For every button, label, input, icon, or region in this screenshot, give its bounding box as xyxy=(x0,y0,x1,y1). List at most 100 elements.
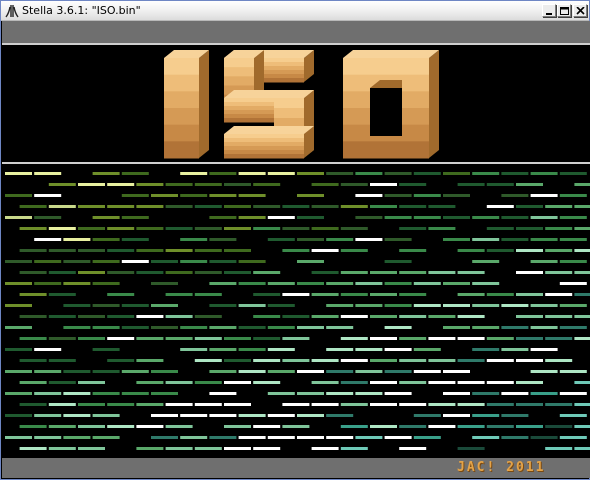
dash xyxy=(165,293,193,296)
letter-s-right-face xyxy=(274,108,304,119)
dash xyxy=(180,260,208,263)
dash xyxy=(194,205,222,208)
dash xyxy=(282,293,310,296)
dash xyxy=(443,304,470,307)
dash xyxy=(384,260,412,263)
letter-i-face xyxy=(164,91,199,109)
letter-o-face xyxy=(343,141,429,159)
dash xyxy=(340,381,368,384)
dash xyxy=(267,436,295,439)
dash xyxy=(5,414,32,417)
dash xyxy=(486,337,514,340)
dash xyxy=(136,447,164,450)
dash xyxy=(574,425,590,428)
dash xyxy=(238,304,266,307)
dash xyxy=(194,337,222,340)
dash xyxy=(253,337,281,340)
dash xyxy=(34,370,62,373)
dash xyxy=(297,260,324,263)
dash xyxy=(282,227,310,230)
dash xyxy=(516,249,543,252)
dash xyxy=(267,414,295,417)
dash xyxy=(530,436,558,439)
dash xyxy=(267,216,295,219)
dash xyxy=(282,205,310,208)
dash xyxy=(428,403,456,406)
dash xyxy=(63,260,91,263)
dash xyxy=(413,370,441,373)
dash xyxy=(516,359,543,362)
dash xyxy=(78,249,105,252)
dash xyxy=(472,304,500,307)
dash xyxy=(5,172,32,175)
dash xyxy=(370,337,397,340)
dash xyxy=(443,370,470,373)
dash xyxy=(151,392,178,395)
dash xyxy=(559,260,587,263)
dash xyxy=(370,315,397,318)
dash xyxy=(5,304,32,307)
dash xyxy=(19,271,47,274)
dash xyxy=(297,172,324,175)
dash xyxy=(443,172,470,175)
dash xyxy=(384,348,412,351)
dash xyxy=(63,304,91,307)
dash xyxy=(253,315,281,318)
dash xyxy=(5,370,32,373)
dash xyxy=(311,447,339,450)
starfield-area xyxy=(2,164,590,458)
dash xyxy=(238,370,266,373)
dash xyxy=(472,260,500,263)
dash xyxy=(472,326,500,329)
dash xyxy=(19,403,47,406)
letter-o-hole xyxy=(370,88,402,136)
dash xyxy=(574,249,590,252)
title-bar[interactable]: Stella 3.6.1: "ISO.bin" xyxy=(1,1,589,21)
dash xyxy=(326,392,354,395)
dash xyxy=(370,205,397,208)
dash xyxy=(545,337,573,340)
dash-pattern xyxy=(5,172,590,450)
dash xyxy=(355,392,383,395)
dash xyxy=(165,381,193,384)
dash xyxy=(370,381,397,384)
dash xyxy=(63,370,91,373)
dash xyxy=(486,205,514,208)
dash xyxy=(92,326,120,329)
dash xyxy=(545,403,573,406)
dash xyxy=(224,359,251,362)
dash xyxy=(107,315,135,318)
dash xyxy=(19,205,47,208)
dash xyxy=(165,315,193,318)
maximize-button[interactable] xyxy=(557,4,571,17)
dash xyxy=(399,337,427,340)
dash xyxy=(559,392,587,395)
dash xyxy=(78,337,105,340)
letter-o-side xyxy=(429,50,439,158)
dash xyxy=(355,304,383,307)
dash xyxy=(413,172,441,175)
dash xyxy=(253,359,281,362)
dash xyxy=(574,227,590,230)
dash xyxy=(457,337,485,340)
dash xyxy=(399,183,427,186)
dash xyxy=(574,447,590,450)
dash xyxy=(224,205,251,208)
dash xyxy=(413,194,441,197)
dash xyxy=(209,172,237,175)
dash xyxy=(559,282,587,285)
dash xyxy=(355,348,383,351)
dash xyxy=(326,436,354,439)
dash xyxy=(165,205,193,208)
dash xyxy=(165,403,193,406)
dash xyxy=(297,194,324,197)
dash xyxy=(355,436,383,439)
dash xyxy=(311,315,339,318)
dash xyxy=(472,172,500,175)
dash xyxy=(92,282,120,285)
minimize-button[interactable] xyxy=(542,4,556,17)
dash xyxy=(530,260,558,263)
dash xyxy=(224,447,251,450)
dash xyxy=(574,271,590,274)
close-button[interactable] xyxy=(573,4,587,17)
